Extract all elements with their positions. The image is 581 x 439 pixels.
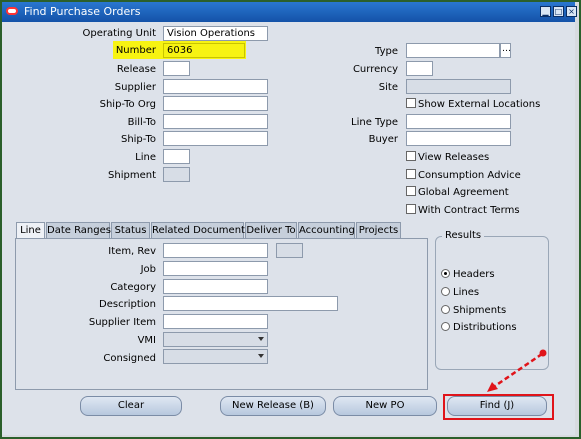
- new-po-button[interactable]: New PO: [333, 396, 437, 416]
- type-field[interactable]: [406, 43, 500, 58]
- buyer-field[interactable]: [406, 131, 511, 146]
- title-bar: Find Purchase Orders ▁ □ ×: [2, 2, 577, 22]
- number-label: Number: [115, 45, 156, 56]
- clear-button[interactable]: Clear: [80, 396, 182, 416]
- type-label: Type: [375, 46, 398, 57]
- radio-selected-icon: [441, 269, 450, 278]
- consumption-advice-checkbox[interactable]: Consumption Advice: [406, 169, 521, 181]
- results-distributions-radio[interactable]: Distributions: [441, 322, 517, 333]
- global-agreement-label: Global Agreement: [418, 187, 509, 198]
- checkbox-icon: [406, 98, 416, 108]
- item-rev-label: Item, Rev: [108, 246, 156, 257]
- results-headers-label: Headers: [453, 269, 495, 280]
- tab-line[interactable]: Line: [16, 222, 45, 239]
- results-headers-radio[interactable]: Headers: [441, 269, 495, 280]
- checkbox-icon: [406, 151, 416, 161]
- shipment-field[interactable]: [163, 167, 190, 182]
- supplier-field[interactable]: [163, 79, 268, 94]
- line-field[interactable]: [163, 149, 190, 164]
- checkbox-icon: [406, 186, 416, 196]
- vmi-label: VMI: [137, 335, 156, 346]
- new-release-button[interactable]: New Release (B): [220, 396, 326, 416]
- ship-to-label: Ship-To: [120, 134, 156, 145]
- consumption-advice-label: Consumption Advice: [418, 170, 521, 181]
- operating-unit-field[interactable]: Vision Operations: [163, 26, 268, 41]
- results-title: Results: [442, 230, 485, 241]
- chevron-down-icon: [258, 337, 264, 341]
- operating-unit-label: Operating Unit: [82, 28, 156, 39]
- job-field[interactable]: [163, 261, 268, 276]
- supplier-label: Supplier: [114, 82, 156, 93]
- revision-field[interactable]: [276, 243, 303, 258]
- bill-to-label: Bill-To: [127, 117, 156, 128]
- results-shipments-radio[interactable]: Shipments: [441, 305, 506, 316]
- show-external-locations-label: Show External Locations: [418, 99, 541, 110]
- shipment-label: Shipment: [108, 170, 156, 181]
- item-field[interactable]: [163, 243, 268, 258]
- window-title: Find Purchase Orders: [24, 5, 141, 18]
- tab-accounting[interactable]: Accounting: [298, 222, 355, 238]
- results-lines-label: Lines: [453, 287, 480, 298]
- checkbox-icon: [406, 169, 416, 179]
- view-releases-label: View Releases: [418, 152, 490, 163]
- release-field[interactable]: [163, 61, 190, 76]
- tab-date-ranges[interactable]: Date Ranges: [46, 222, 111, 238]
- description-field[interactable]: [163, 296, 338, 311]
- radio-icon: [441, 305, 450, 314]
- site-label: Site: [378, 82, 398, 93]
- tab-projects[interactable]: Projects: [356, 222, 401, 238]
- supplier-item-label: Supplier Item: [88, 317, 156, 328]
- radio-icon: [441, 287, 450, 296]
- callout-arrow-icon: [487, 349, 547, 392]
- ship-to-org-field[interactable]: [163, 96, 268, 111]
- description-label: Description: [99, 299, 156, 310]
- maximize-icon[interactable]: □: [553, 6, 564, 17]
- with-contract-terms-label: With Contract Terms: [418, 205, 520, 216]
- results-lines-radio[interactable]: Lines: [441, 287, 479, 298]
- results-distributions-label: Distributions: [453, 322, 517, 333]
- category-field[interactable]: [163, 279, 268, 294]
- minimize-icon[interactable]: ▁: [540, 6, 551, 17]
- category-label: Category: [110, 282, 156, 293]
- vmi-select[interactable]: [163, 332, 268, 347]
- buyer-label: Buyer: [368, 134, 398, 145]
- consigned-select[interactable]: [163, 349, 268, 364]
- site-field[interactable]: [406, 79, 511, 94]
- release-label: Release: [116, 64, 156, 75]
- close-icon[interactable]: ×: [566, 6, 577, 17]
- bill-to-field[interactable]: [163, 114, 268, 129]
- ship-to-org-label: Ship-To Org: [99, 99, 156, 110]
- radio-icon: [441, 322, 450, 331]
- tab-deliver-to[interactable]: Deliver To: [245, 222, 297, 238]
- chevron-down-icon: [258, 354, 264, 358]
- line-type-label: Line Type: [351, 117, 398, 128]
- job-label: Job: [140, 264, 156, 275]
- line-type-field[interactable]: [406, 114, 511, 129]
- with-contract-terms-checkbox[interactable]: With Contract Terms: [406, 204, 520, 216]
- tab-related-documents[interactable]: Related Documents: [151, 222, 250, 238]
- show-external-locations-checkbox[interactable]: Show External Locations: [406, 98, 540, 110]
- checkbox-icon: [406, 204, 416, 214]
- results-shipments-label: Shipments: [453, 305, 507, 316]
- view-releases-checkbox[interactable]: View Releases: [406, 151, 489, 163]
- ship-to-field[interactable]: [163, 131, 268, 146]
- tab-status[interactable]: Status: [111, 222, 150, 238]
- currency-field[interactable]: [406, 61, 433, 76]
- number-field[interactable]: 6036: [163, 43, 245, 58]
- currency-label: Currency: [352, 64, 398, 75]
- consigned-label: Consigned: [103, 353, 156, 364]
- oracle-logo-icon: [6, 7, 18, 15]
- type-lov-button[interactable]: …: [500, 43, 511, 58]
- line-label: Line: [135, 152, 156, 163]
- global-agreement-checkbox[interactable]: Global Agreement: [406, 186, 509, 198]
- supplier-item-field[interactable]: [163, 314, 268, 329]
